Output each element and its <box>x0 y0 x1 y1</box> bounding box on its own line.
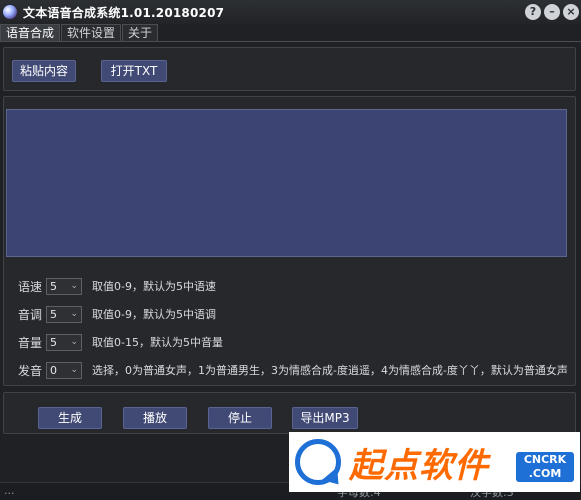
setting-row-volume: 音量 5 ⌄ 取值0-15，默认为5中音量 <box>18 333 223 351</box>
watermark-badge-top: CNCRK <box>523 453 567 466</box>
tab-software-settings[interactable]: 软件设置 <box>61 24 122 42</box>
text-input-area[interactable] <box>6 109 567 257</box>
play-button[interactable]: 播放 <box>123 407 187 429</box>
open-txt-button[interactable]: 打开TXT <box>101 60 167 82</box>
generate-button[interactable]: 生成 <box>38 407 102 429</box>
help-button[interactable]: ? <box>525 4 541 20</box>
chevron-down-icon: ⌄ <box>70 336 78 347</box>
chevron-down-icon: ⌄ <box>70 364 78 375</box>
voice-select-value: 0 <box>50 363 57 377</box>
volume-select[interactable]: 5 ⌄ <box>46 333 82 351</box>
watermark: 起点软件 CNCRK .COM <box>289 432 580 492</box>
speed-description: 取值0-9，默认为5中语速 <box>92 280 216 293</box>
voice-label: 发音 <box>18 363 43 378</box>
status-text: ... <box>4 484 15 497</box>
volume-label: 音量 <box>18 335 43 350</box>
pitch-select-value: 5 <box>50 307 57 321</box>
top-toolbar-panel <box>3 47 576 91</box>
voice-select[interactable]: 0 ⌄ <box>46 361 82 379</box>
close-button[interactable]: × <box>563 4 579 20</box>
volume-select-value: 5 <box>50 335 57 349</box>
voice-description: 选择，0为普通女声，1为普通男生，3为情感合成-度逍遥，4为情感合成-度丫丫，默… <box>92 364 568 377</box>
pitch-select[interactable]: 5 ⌄ <box>46 305 82 323</box>
window-title: 文本语音合成系统1.01.20180207 <box>23 5 225 20</box>
title-bar: 文本语音合成系统1.01.20180207 ? – × <box>0 0 581 24</box>
chevron-down-icon: ⌄ <box>70 280 78 291</box>
watermark-logo-icon <box>295 439 341 485</box>
volume-description: 取值0-15，默认为5中音量 <box>92 336 223 349</box>
watermark-badge-bottom: .COM <box>528 467 562 480</box>
tab-about[interactable]: 关于 <box>122 24 159 42</box>
stop-button[interactable]: 停止 <box>208 407 272 429</box>
chevron-down-icon: ⌄ <box>70 308 78 319</box>
paste-content-button[interactable]: 粘贴内容 <box>12 60 76 82</box>
tab-speech-synthesis[interactable]: 语音合成 <box>0 24 61 42</box>
minimize-button[interactable]: – <box>544 4 560 20</box>
setting-row-voice: 发音 0 ⌄ 选择，0为普通女声，1为普通男生，3为情感合成-度逍遥，4为情感合… <box>18 361 568 379</box>
speed-label: 语速 <box>18 279 43 294</box>
pitch-label: 音调 <box>18 307 43 322</box>
speed-select-value: 5 <box>50 279 57 293</box>
speed-select[interactable]: 5 ⌄ <box>46 277 82 295</box>
export-mp3-button[interactable]: 导出MP3 <box>292 407 358 429</box>
pitch-description: 取值0-9，默认为5中语调 <box>92 308 216 321</box>
watermark-badge: CNCRK .COM <box>516 452 574 482</box>
setting-row-pitch: 音调 5 ⌄ 取值0-9，默认为5中语调 <box>18 305 216 323</box>
tab-bar: 语音合成 软件设置 关于 <box>0 24 159 42</box>
setting-row-speed: 语速 5 ⌄ 取值0-9，默认为5中语速 <box>18 277 216 295</box>
watermark-text: 起点软件 <box>349 445 489 486</box>
app-icon <box>3 5 17 19</box>
tab-divider <box>0 41 581 42</box>
